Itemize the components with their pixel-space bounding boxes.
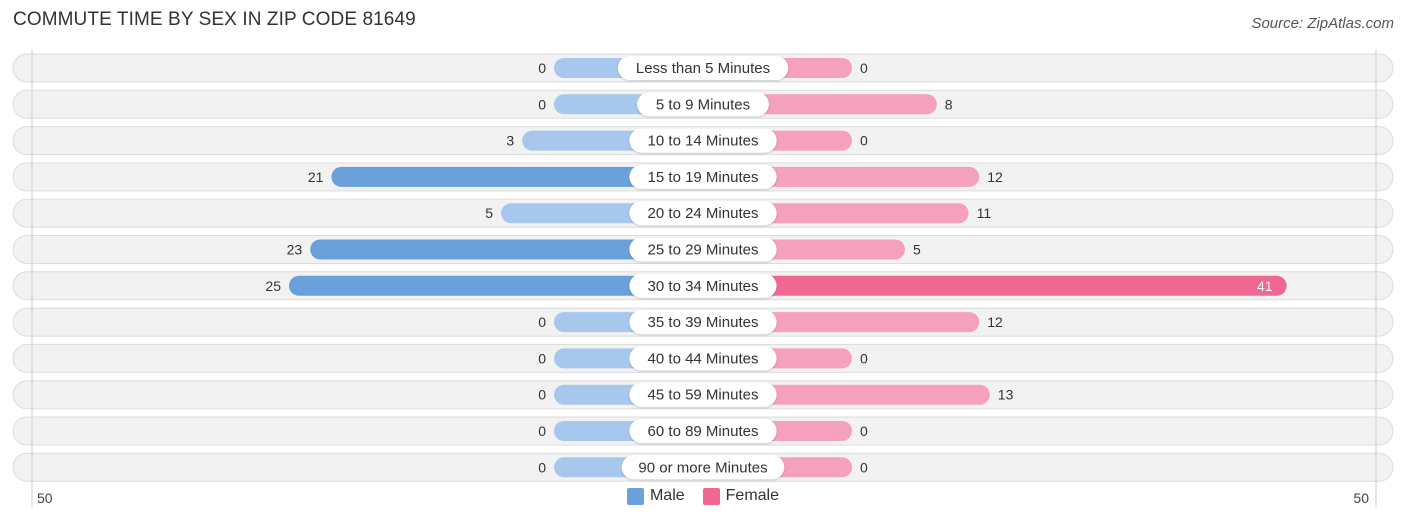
bar-female[interactable] <box>703 275 1287 296</box>
value-label-male: 25 <box>265 278 281 294</box>
value-label-male: 0 <box>538 459 546 475</box>
category-label: 15 to 19 Minutes <box>648 169 759 186</box>
category-label: 35 to 39 Minutes <box>648 314 759 331</box>
value-label-male: 0 <box>538 60 546 76</box>
bar-row: 45 to 59 Minutes 0 13 <box>12 380 1394 410</box>
value-label-female: 0 <box>860 60 868 76</box>
category-label: 30 to 34 Minutes <box>648 278 759 295</box>
value-label-male: 0 <box>538 96 546 112</box>
legend-swatch-male <box>626 487 644 505</box>
legend-label-male: Male <box>649 487 685 504</box>
category-label: 5 to 9 Minutes <box>656 96 750 113</box>
value-label-female: 0 <box>860 459 868 475</box>
bar-row: 30 to 34 Minutes 25 41 <box>12 271 1394 301</box>
bar-row: 15 to 19 Minutes 21 12 <box>12 162 1394 192</box>
bar-row: 25 to 29 Minutes 23 5 <box>12 235 1394 264</box>
category-label: 45 to 59 Minutes <box>648 387 759 404</box>
value-label-male: 3 <box>506 133 514 149</box>
legend-swatch-female <box>702 487 720 505</box>
value-label-male: 21 <box>308 169 324 185</box>
category-label: 90 or more Minutes <box>638 459 767 476</box>
value-label-male: 5 <box>485 205 493 221</box>
category-label: 20 to 24 Minutes <box>648 205 759 222</box>
bar-row: 5 to 9 Minutes 0 8 <box>12 89 1394 119</box>
bar-row: 35 to 39 Minutes 0 12 <box>12 307 1394 337</box>
value-label-female: 12 <box>987 314 1003 330</box>
value-label-female: 11 <box>977 205 992 221</box>
value-label-female: 0 <box>860 133 868 149</box>
chart-area: Less than 5 Minutes 0 0 5 to 9 Minutes 0 8 10 … <box>12 50 1394 507</box>
category-label: Less than 5 Minutes <box>636 60 770 77</box>
bar-row: 40 to 44 Minutes 0 0 <box>12 343 1394 373</box>
value-label-male: 23 <box>287 242 303 258</box>
bar-row: Less than 5 Minutes 0 0 <box>12 53 1394 83</box>
value-label-female: 5 <box>913 242 921 258</box>
value-label-female: 0 <box>860 350 868 366</box>
legend-item-female[interactable]: Female <box>702 487 780 505</box>
value-label-male: 0 <box>538 314 546 330</box>
category-label: 40 to 44 Minutes <box>648 350 759 367</box>
value-label-male: 0 <box>538 423 546 439</box>
value-label-male: 0 <box>538 387 546 403</box>
value-label-female: 41 <box>1257 278 1273 294</box>
legend-label-female: Female <box>725 487 780 504</box>
legend: Male Female <box>0 487 1406 505</box>
value-label-female: 13 <box>998 387 1014 403</box>
category-label: 60 to 89 Minutes <box>648 423 759 440</box>
value-label-female: 8 <box>945 96 953 112</box>
bar-row: 10 to 14 Minutes 3 0 <box>12 126 1394 156</box>
value-label-female: 12 <box>987 169 1003 185</box>
bar-row: 20 to 24 Minutes 5 11 <box>12 198 1394 228</box>
bar-row: 60 to 89 Minutes 0 0 <box>12 416 1394 446</box>
category-label: 10 to 14 Minutes <box>648 133 759 150</box>
legend-item-male[interactable]: Male <box>626 487 685 505</box>
category-label: 25 to 29 Minutes <box>648 242 759 259</box>
value-label-female: 0 <box>860 423 868 439</box>
value-label-male: 0 <box>538 350 546 366</box>
bar-row: 90 or more Minutes 0 0 <box>12 452 1394 482</box>
